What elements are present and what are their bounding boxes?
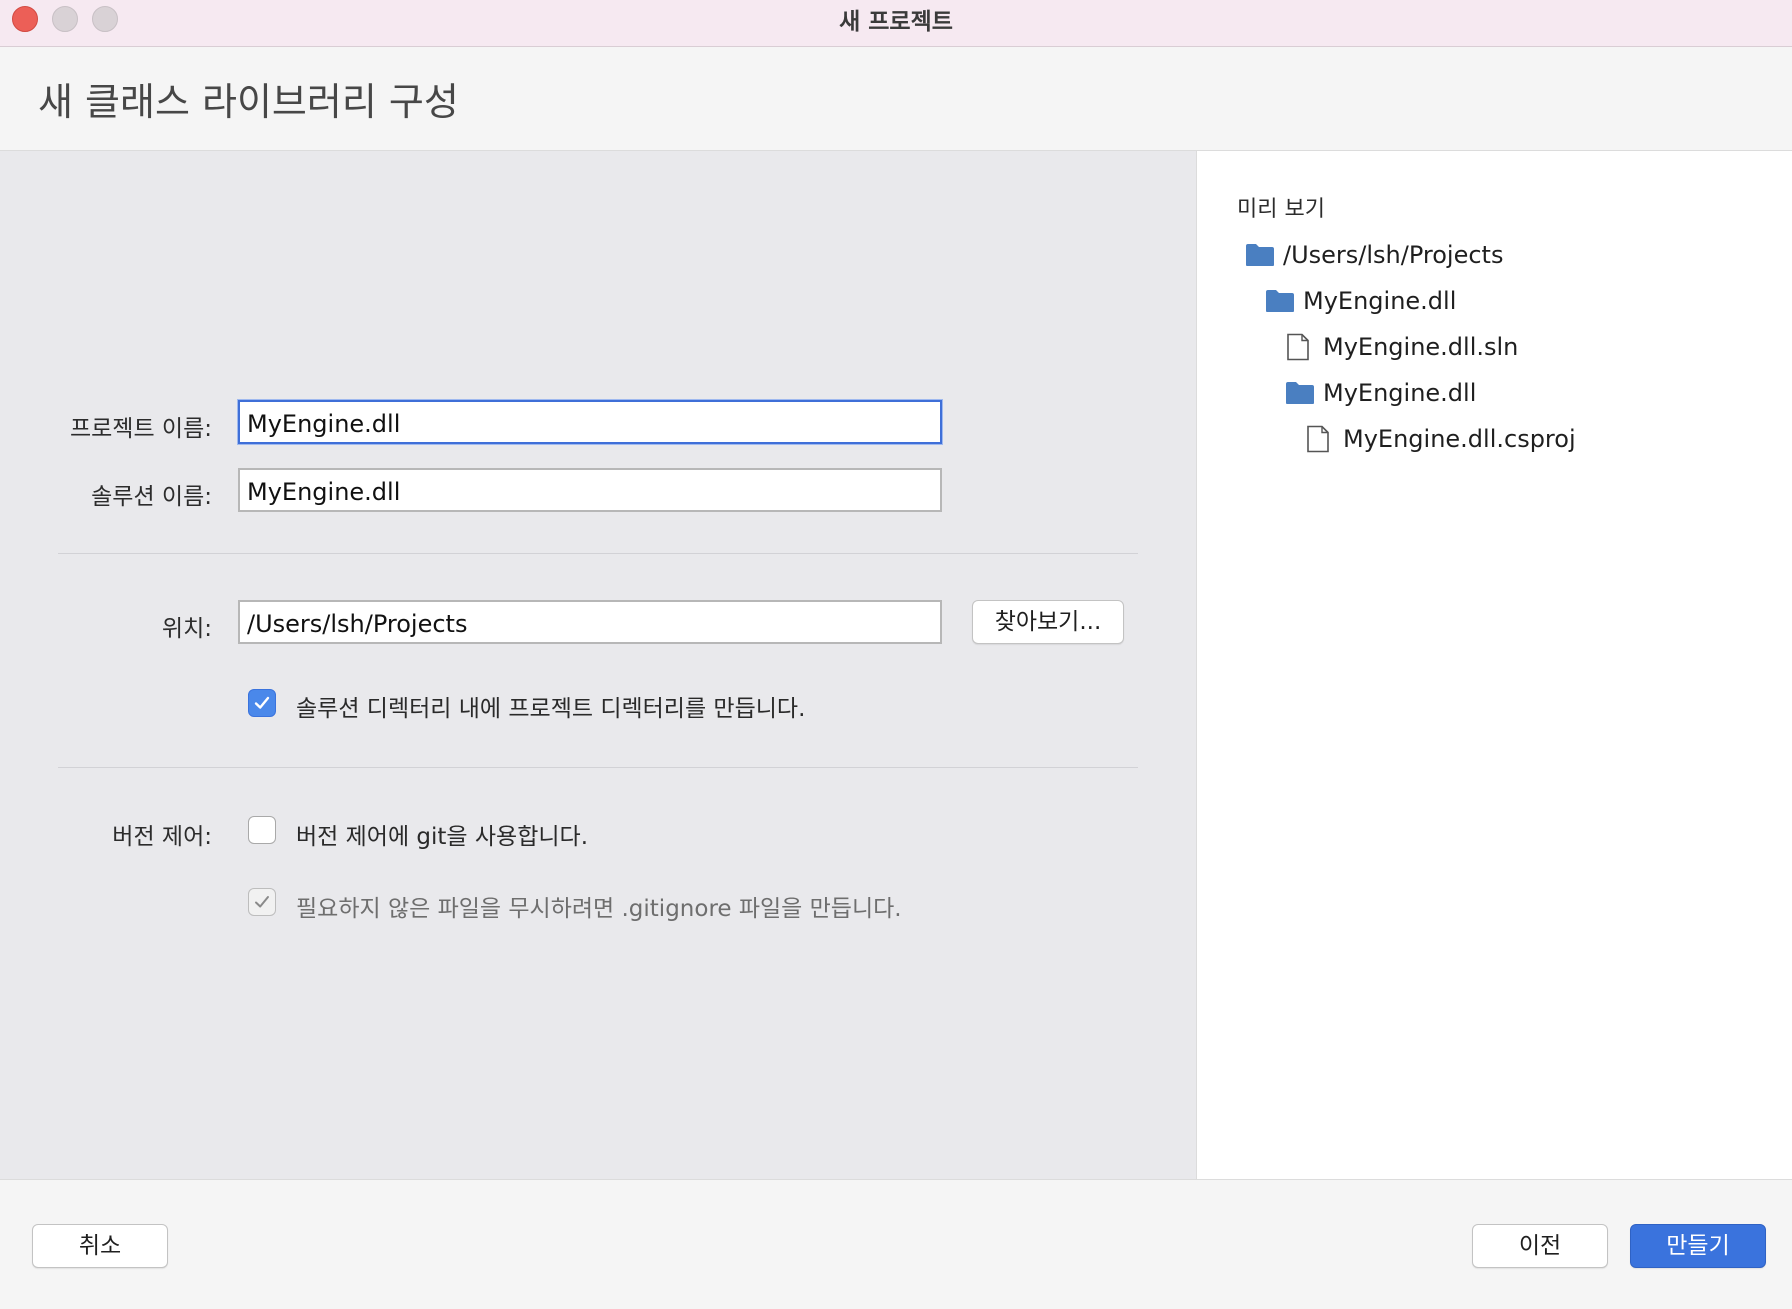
gitignore-checkbox[interactable] — [248, 888, 276, 916]
create-project-dir-label: 솔루션 디렉터리 내에 프로젝트 디렉터리를 만듭니다. — [296, 696, 806, 722]
title-bar: 새 프로젝트 — [0, 0, 1792, 47]
use-git-checkbox[interactable] — [248, 816, 276, 844]
window-title: 새 프로젝트 — [839, 9, 953, 35]
dialog-header: 새 클래스 라이브러리 구성 — [0, 47, 1792, 151]
separator — [58, 553, 1138, 554]
preview-title: 미리 보기 — [1237, 197, 1325, 222]
project-name-input[interactable]: MyEngine.dll — [238, 400, 942, 444]
tree-item-label: MyEngine.dll.sln — [1323, 333, 1519, 361]
tree-item-label: MyEngine.dll — [1323, 379, 1477, 407]
solution-name-input[interactable]: MyEngine.dll — [238, 468, 942, 512]
location-label: 위치: — [161, 616, 212, 642]
tree-item-label: MyEngine.dll.csproj — [1343, 425, 1576, 453]
folder-icon — [1266, 290, 1294, 312]
folder-icon — [1286, 382, 1314, 404]
page-title: 새 클래스 라이브러리 구성 — [38, 80, 459, 124]
form-panel: 프로젝트 이름: MyEngine.dll 솔루션 이름: MyEngine.d… — [0, 151, 1196, 1179]
browse-button[interactable]: 찾아보기... — [972, 600, 1124, 644]
folder-icon — [1246, 244, 1274, 266]
tree-item-label: /Users/lsh/Projects — [1283, 241, 1504, 269]
version-control-label: 버전 제어: — [112, 824, 212, 850]
checkmark-icon — [254, 696, 270, 709]
checkmark-icon — [255, 896, 269, 908]
file-icon — [1307, 425, 1329, 453]
gitignore-label: 필요하지 않은 파일을 무시하려면 .gitignore 파일을 만듭니다. — [296, 896, 902, 922]
file-icon — [1287, 333, 1309, 361]
use-git-label: 버전 제어에 git을 사용합니다. — [296, 824, 589, 850]
project-name-label: 프로젝트 이름: — [69, 416, 212, 442]
dialog-footer: 취소 이전 만들기 — [0, 1179, 1792, 1309]
location-input[interactable]: /Users/lsh/Projects — [238, 600, 942, 644]
create-button[interactable]: 만들기 — [1630, 1224, 1766, 1268]
back-button[interactable]: 이전 — [1472, 1224, 1608, 1268]
cancel-button[interactable]: 취소 — [32, 1224, 168, 1268]
separator — [58, 767, 1138, 768]
solution-name-label: 솔루션 이름: — [91, 484, 212, 510]
preview-panel: 미리 보기 /Users/lsh/Projects MyEngine.dll M… — [1196, 151, 1792, 1179]
create-project-dir-checkbox[interactable] — [248, 689, 276, 717]
tree-item-label: MyEngine.dll — [1303, 287, 1457, 315]
